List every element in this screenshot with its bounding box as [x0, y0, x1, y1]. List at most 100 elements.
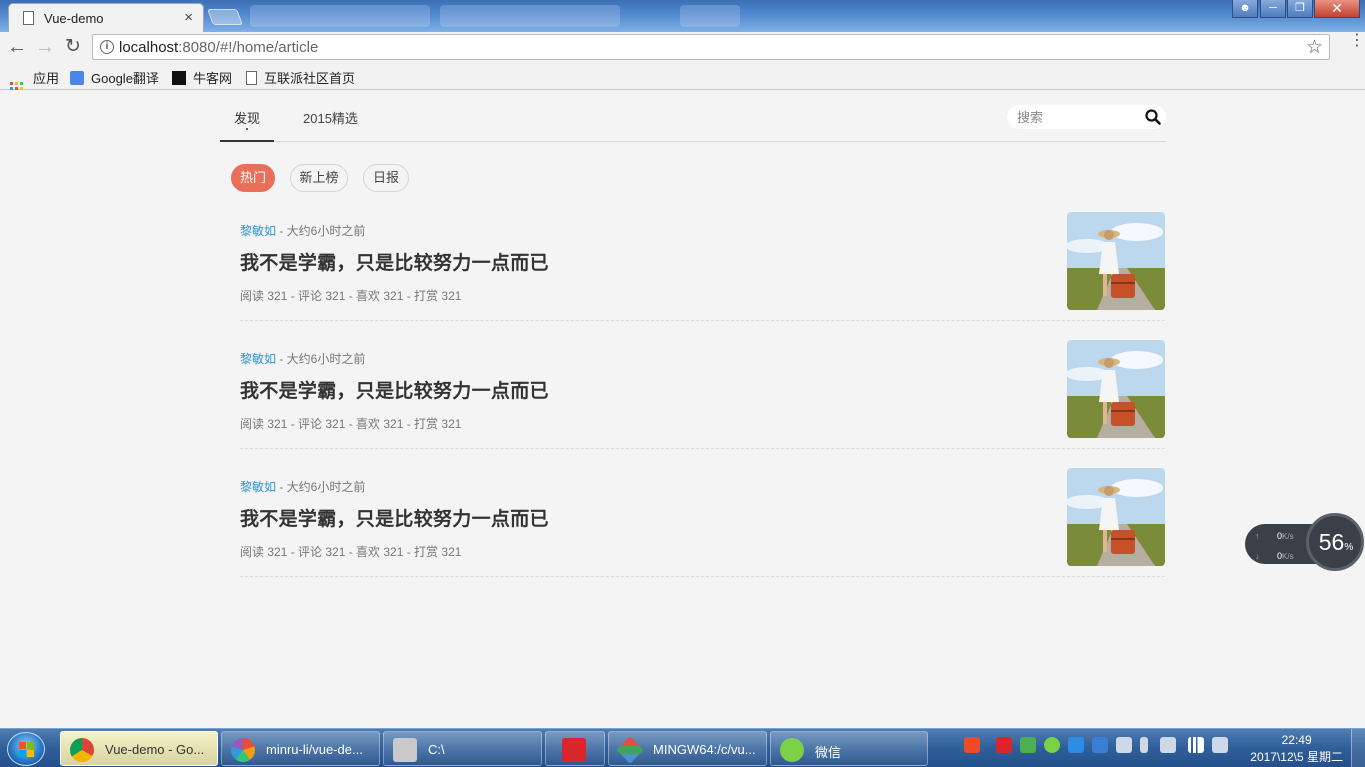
browser-toolbar: ← → ↻ i localhost:8080/#!/home/article ☆… — [0, 32, 1365, 62]
bookmark-star-icon[interactable]: ☆ — [1306, 36, 1323, 59]
upload-speed: ↑ 0K/s — [1255, 531, 1294, 541]
article-meta: 黎敏如 - 大约6小时之前 — [240, 478, 365, 495]
back-arrow-icon[interactable]: ← — [6, 36, 28, 58]
article-thumbnail[interactable] — [1067, 468, 1165, 566]
filter-new-button[interactable]: 新上榜 — [290, 164, 348, 192]
speaker-icon[interactable] — [1116, 737, 1132, 753]
article-title[interactable]: 我不是学霸，只是比较努力一点而已 — [240, 248, 549, 275]
taskbar-item-mail[interactable] — [545, 731, 605, 766]
tab-title: Vue-demo — [44, 11, 104, 26]
url-path: :8080/#!/home/article — [178, 39, 319, 56]
bookmark-hulianpai[interactable]: 互联派社区首页 — [246, 68, 355, 87]
taskbar-label: C:\ — [428, 742, 445, 757]
close-window-button[interactable]: ✕ — [1314, 0, 1360, 18]
background-window-tab — [680, 5, 740, 27]
download-arrow-icon: ↓ — [1255, 551, 1260, 561]
url-text[interactable]: localhost:8080/#!/home/article — [119, 39, 318, 56]
network-signal-icon[interactable] — [1188, 737, 1204, 753]
info-icon[interactable]: i — [100, 40, 114, 54]
volume-muted-icon[interactable] — [1212, 737, 1228, 753]
windows-logo-icon — [19, 742, 34, 757]
active-dot-indicator — [246, 128, 248, 130]
pinwheel-icon — [231, 738, 255, 762]
search-input[interactable] — [1017, 108, 1137, 126]
browser-tab-vue-demo[interactable]: Vue-demo × — [8, 3, 204, 32]
bookmark-google-translate[interactable]: Google翻译 — [70, 68, 159, 87]
bookmark-label: 牛客网 — [193, 71, 233, 86]
search-box — [1007, 105, 1166, 129]
article-item[interactable]: 黎敏如 - 大约6小时之前 我不是学霸，只是比较努力一点而已 阅读 321 - … — [240, 212, 1165, 321]
taskbar-item-wechat[interactable]: 微信 — [770, 731, 928, 766]
network-speed-widget[interactable]: ↑ 0K/s ↓ 0K/s 56% — [1245, 513, 1365, 571]
upload-arrow-icon: ↑ — [1255, 531, 1260, 541]
bookmarks-bar: 应用 Google翻译 牛客网 互联派社区首页 — [0, 62, 1365, 95]
tab-label: 2015精选 — [303, 111, 358, 126]
article-title[interactable]: 我不是学霸，只是比较努力一点而已 — [240, 376, 549, 403]
author-link[interactable]: 黎敏如 — [240, 224, 276, 238]
windows-taskbar: Vue-demo - Go... minru-li/vue-de... C:\ … — [0, 728, 1365, 767]
usb-icon[interactable] — [1160, 737, 1176, 753]
system-clock[interactable]: 22:49 2017\12\5 星期二 — [1250, 732, 1343, 766]
drive-icon — [393, 738, 417, 762]
address-bar[interactable]: i localhost:8080/#!/home/article ☆ — [92, 34, 1330, 60]
article-thumbnail[interactable] — [1067, 340, 1165, 438]
article-title[interactable]: 我不是学霸，只是比较努力一点而已 — [240, 504, 549, 531]
girl-with-suitcase-image — [1067, 340, 1165, 438]
author-link[interactable]: 黎敏如 — [240, 352, 276, 366]
page-icon — [23, 11, 34, 25]
article-stats: 阅读 321 - 评论 321 - 喜欢 321 - 打赏 321 — [240, 545, 462, 559]
user-icon[interactable]: ☻ — [1232, 0, 1258, 18]
article-time: - 大约6小时之前 — [276, 480, 366, 494]
article-thumbnail[interactable] — [1067, 212, 1165, 310]
start-button[interactable] — [7, 732, 45, 766]
taskbar-label: 微信 — [815, 745, 842, 760]
page-content: 发现 2015精选 热门 新上榜 日报 黎敏如 - 大约6小时之前 我不是学霸，… — [0, 91, 1365, 728]
tab-2015-selected[interactable]: 2015精选 — [303, 108, 358, 127]
minimize-button[interactable]: ─ — [1260, 0, 1286, 18]
bluetooth-icon[interactable] — [1140, 737, 1148, 753]
article-stats: 阅读 321 - 评论 321 - 喜欢 321 - 打赏 321 — [240, 289, 462, 303]
bookmark-label: 互联派社区首页 — [264, 71, 356, 86]
filter-daily-button[interactable]: 日报 — [363, 164, 409, 192]
article-item[interactable]: 黎敏如 - 大约6小时之前 我不是学霸，只是比较努力一点而已 阅读 321 - … — [240, 340, 1165, 449]
search-icon[interactable] — [1144, 108, 1162, 126]
bookmark-label: 应用 — [33, 71, 60, 86]
wechat-tray-icon[interactable] — [1044, 737, 1060, 753]
taskbar-item-chrome[interactable]: Vue-demo - Go... — [60, 731, 218, 766]
tab-discover[interactable]: 发现 — [220, 108, 274, 142]
restore-button[interactable]: ❐ — [1287, 0, 1313, 18]
show-desktop-button[interactable] — [1351, 729, 1365, 767]
girl-with-suitcase-image — [1067, 212, 1165, 310]
bookmark-nowcoder[interactable]: 牛客网 — [172, 68, 232, 87]
shield-icon[interactable] — [1092, 737, 1108, 753]
top-navigation: 发现 2015精选 — [220, 91, 1166, 142]
browser-menu-icon[interactable]: ⋮ — [1349, 33, 1365, 49]
browser-titlebar: Vue-demo × ☻ ─ ❐ ✕ — [0, 0, 1365, 32]
article-time: - 大约6小时之前 — [276, 224, 366, 238]
chrome-icon — [70, 738, 94, 762]
forward-arrow-icon[interactable]: → — [34, 36, 56, 58]
background-window-tab — [440, 5, 620, 27]
mail-tray-icon[interactable] — [996, 737, 1012, 753]
author-link[interactable]: 黎敏如 — [240, 480, 276, 494]
taskbar-item-git-bash[interactable]: MINGW64:/c/vu... — [608, 731, 767, 766]
article-meta: 黎敏如 - 大约6小时之前 — [240, 350, 365, 367]
new-tab-button[interactable] — [207, 9, 243, 25]
taskbar-item-explorer[interactable]: C:\ — [383, 731, 542, 766]
percent-sign: % — [1344, 542, 1354, 553]
reload-icon[interactable]: ↻ — [62, 36, 84, 58]
taskbar-item-github[interactable]: minru-li/vue-de... — [221, 731, 380, 766]
sogou-input-icon[interactable] — [964, 737, 980, 753]
percent-value: 56 — [1318, 529, 1345, 555]
tray-star-icon[interactable] — [1068, 737, 1084, 753]
filter-hot-button[interactable]: 热门 — [231, 164, 275, 192]
tray-app-icon[interactable] — [1020, 737, 1036, 753]
article-item[interactable]: 黎敏如 - 大约6小时之前 我不是学霸，只是比较努力一点而已 阅读 321 - … — [240, 468, 1165, 577]
url-host: localhost — [119, 39, 179, 56]
tab-close-icon[interactable]: × — [184, 9, 193, 26]
clock-date: 2017\12\5 星期二 — [1250, 750, 1343, 764]
download-unit: K/s — [1282, 552, 1294, 561]
article-stats: 阅读 321 - 评论 321 - 喜欢 321 - 打赏 321 — [240, 417, 462, 431]
bookmark-label: Google翻译 — [91, 71, 159, 86]
memory-percent: 56% — [1312, 529, 1360, 556]
